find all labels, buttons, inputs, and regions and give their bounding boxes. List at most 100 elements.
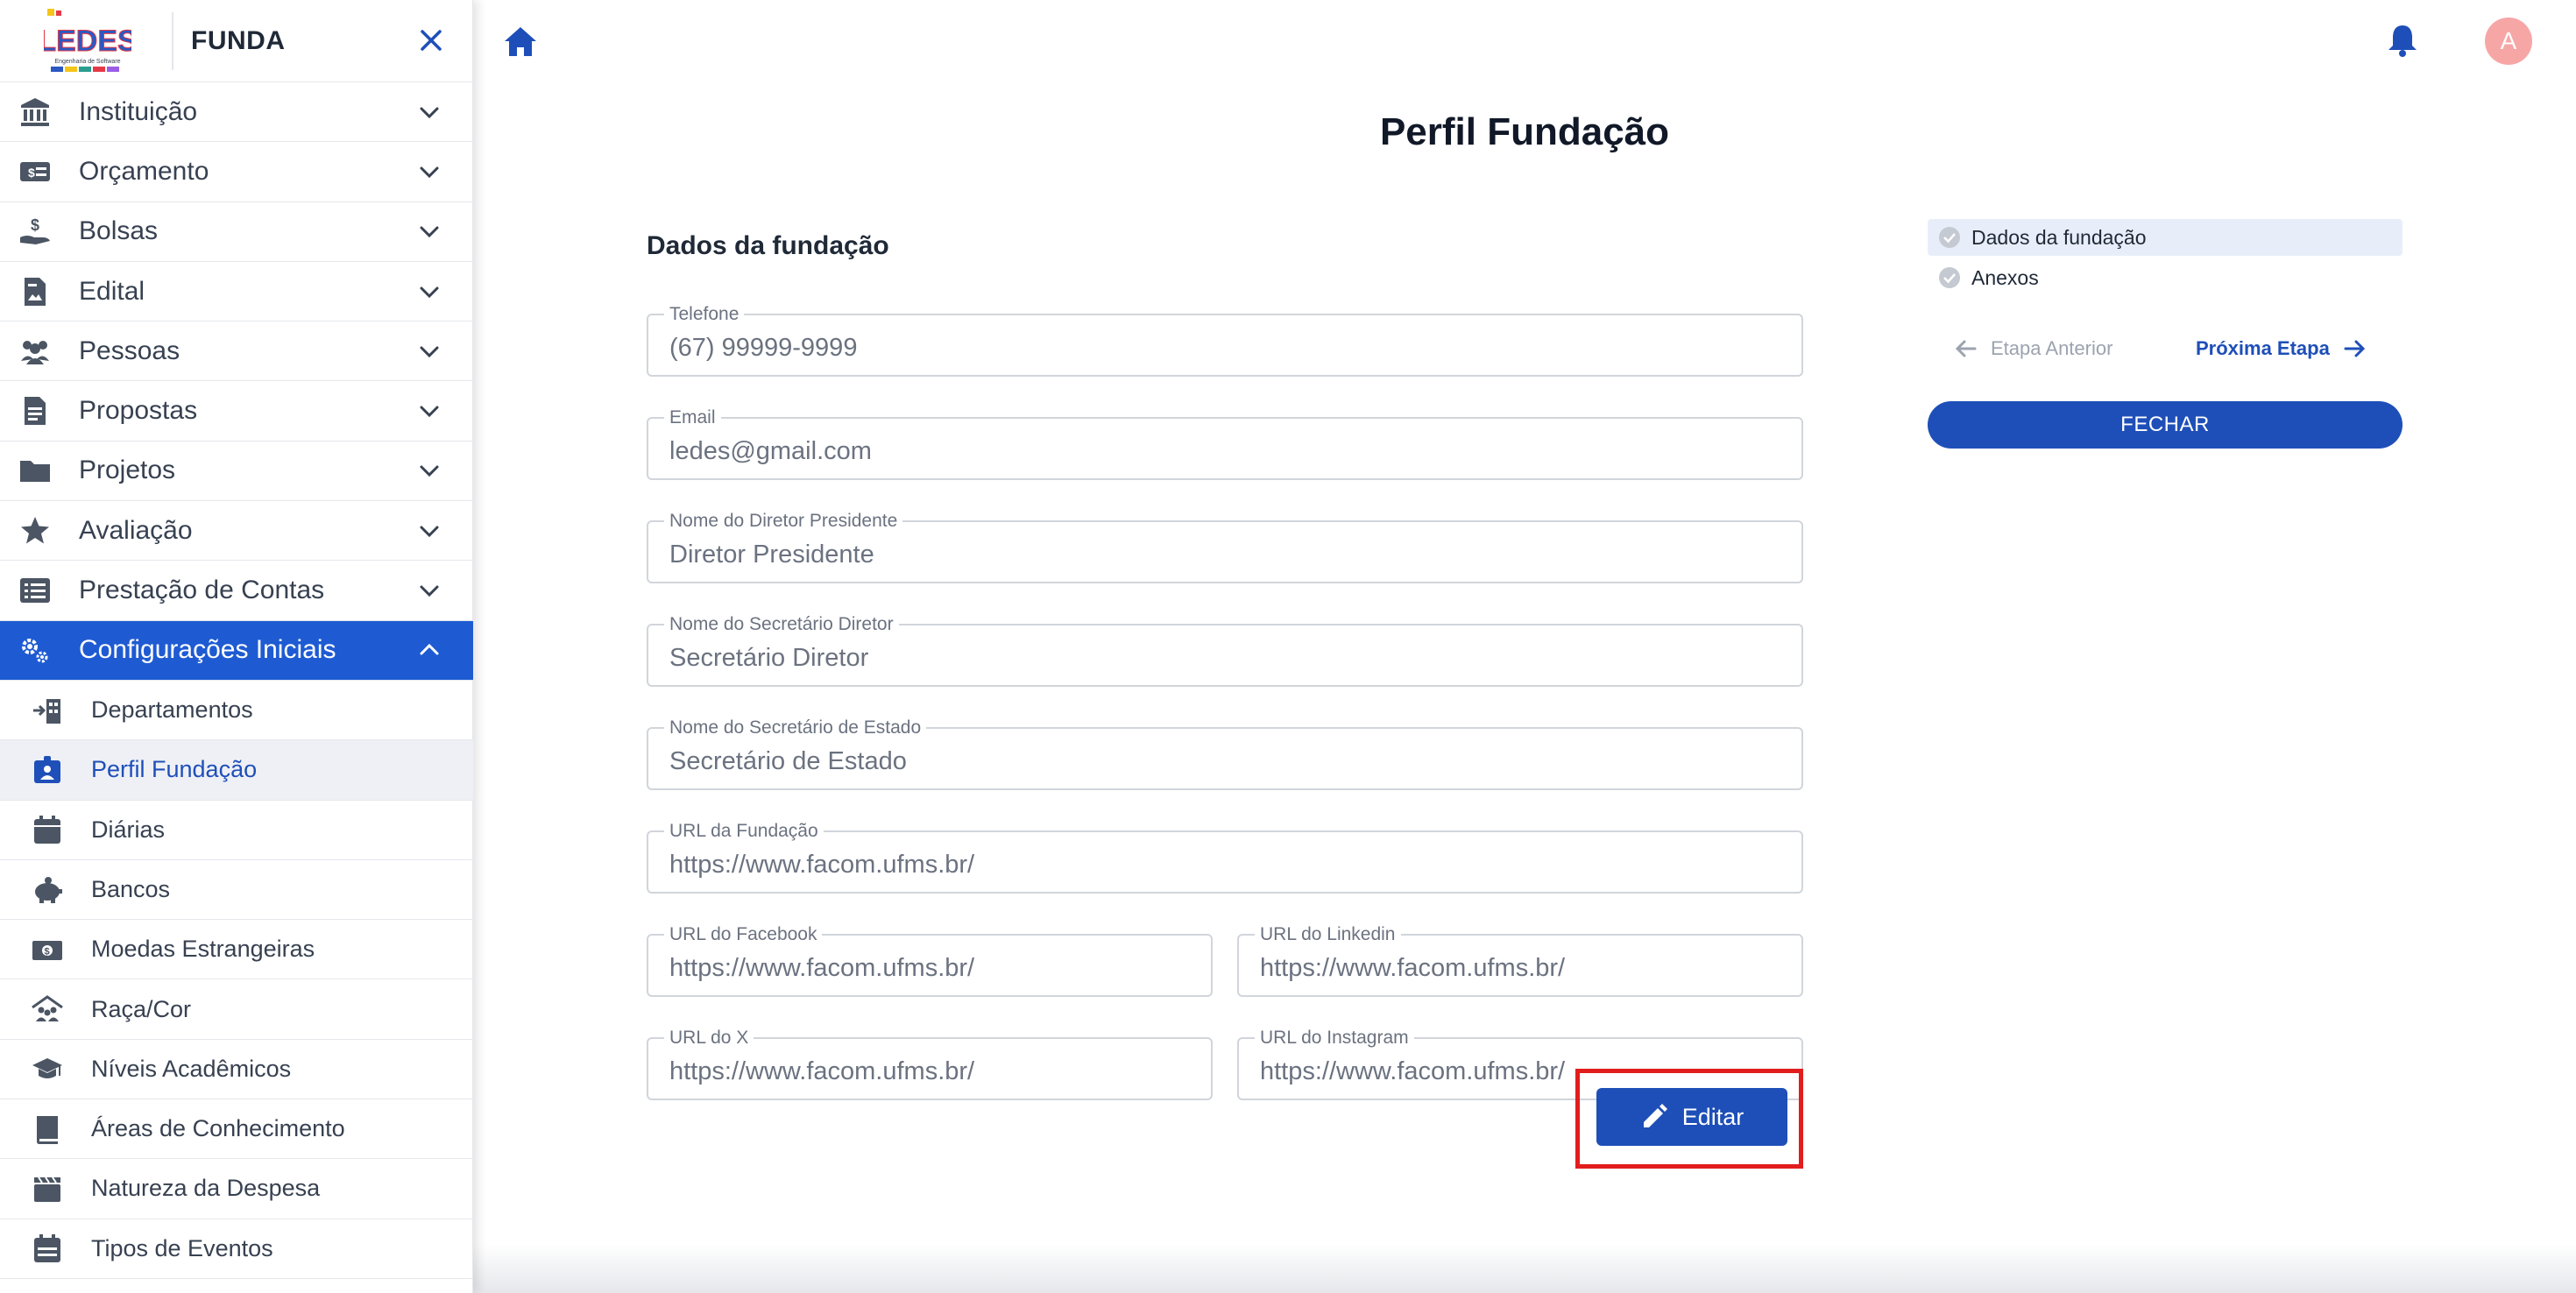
- list-icon: [18, 573, 53, 608]
- gears-icon: [18, 632, 53, 668]
- sidebar-item-pessoas[interactable]: Pessoas: [0, 321, 473, 382]
- avatar-initial: A: [2500, 27, 2517, 54]
- step-label: Dados da fundação: [1971, 225, 2147, 249]
- sidebar-item-bolsas[interactable]: $ Bolsas: [0, 202, 473, 262]
- sidebar-subitem-moedas-estrangeiras[interactable]: $ Moedas Estrangeiras: [0, 920, 473, 980]
- sidebar-item-label: Projetos: [79, 456, 176, 485]
- secretario-diretor-label: Nome do Secretário Diretor: [664, 613, 899, 636]
- arrow-left-icon: [1955, 340, 1977, 357]
- sidebar-subitem-label: Raça/Cor: [91, 995, 192, 1022]
- page-title: Perfil Fundação: [1379, 110, 1670, 153]
- sidebar-subitem-label: Natureza da Despesa: [91, 1175, 321, 1202]
- sidebar-subitem-label: Níveis Acadêmicos: [91, 1055, 292, 1082]
- url-linkedin-value: https://www.facom.ufms.br/: [1260, 954, 1566, 982]
- pencil-icon: [1643, 1104, 1667, 1127]
- telefone-label: Telefone: [664, 303, 745, 326]
- url-instagram-label: URL do Instagram: [1255, 1027, 1414, 1049]
- diretor-presidente-label: Nome do Diretor Presidente: [664, 510, 903, 533]
- sidebar-item-projetos[interactable]: Projetos: [0, 442, 473, 502]
- hand-coin-icon: $: [18, 214, 53, 249]
- sidebar-subitem-label: Departamentos: [91, 696, 253, 724]
- header-divider: [172, 12, 173, 70]
- sidebar-item-propostas[interactable]: Propostas: [0, 381, 473, 442]
- next-step-label: Próxima Etapa: [2196, 337, 2330, 359]
- chevron-down-icon: [420, 465, 439, 477]
- url-facebook-field[interactable]: URL do Facebook https://www.facom.ufms.b…: [647, 923, 1213, 997]
- chevron-down-icon: [420, 346, 439, 357]
- sidebar-subitem-departamentos[interactable]: Departamentos: [0, 681, 473, 741]
- sidebar-item-label: Configurações Iniciais: [79, 635, 336, 665]
- graduation-cap-icon: [30, 1051, 65, 1086]
- secretario-diretor-field[interactable]: Nome do Secretário Diretor Secretário Di…: [647, 613, 1803, 687]
- sidebar-menu: Instituição $ Orçamento $ Bolsas Edital: [0, 82, 473, 1279]
- bank-icon: [18, 95, 53, 130]
- stepper: Dados da fundação Anexos: [1928, 219, 2403, 296]
- telefone-field[interactable]: Telefone (67) 99999-9999: [647, 303, 1803, 377]
- people-icon: [18, 334, 53, 369]
- notification-bell-icon[interactable]: [2383, 21, 2422, 60]
- step-dados-da-fundacao[interactable]: Dados da fundação: [1928, 219, 2403, 256]
- close-sidebar-icon[interactable]: [414, 23, 449, 58]
- url-instagram-value: https://www.facom.ufms.br/: [1260, 1057, 1566, 1085]
- building-arrow-icon: [30, 693, 65, 728]
- url-x-value: https://www.facom.ufms.br/: [669, 1057, 975, 1085]
- svg-text:$: $: [31, 216, 39, 234]
- sidebar-subitem-natureza-da-despesa[interactable]: Natureza da Despesa: [0, 1159, 473, 1219]
- diretor-presidente-value: Diretor Presidente: [669, 541, 874, 569]
- sidebar-subitem-tipos-de-eventos[interactable]: Tipos de Eventos: [0, 1219, 473, 1279]
- clapperboard-icon: [30, 1171, 65, 1206]
- sidebar-item-configuracoes-iniciais[interactable]: Configurações Iniciais: [0, 620, 473, 681]
- folder-icon: [18, 453, 53, 488]
- sidebar-subitem-raca-cor[interactable]: Raça/Cor: [0, 979, 473, 1040]
- sidebar-item-label: Orçamento: [79, 156, 209, 186]
- sidebar-subitem-areas-de-conhecimento[interactable]: Áreas de Conhecimento: [0, 1099, 473, 1160]
- secretario-diretor-value: Secretário Diretor: [669, 644, 869, 672]
- sidebar-item-label: Prestação de Contas: [79, 576, 325, 605]
- edit-button[interactable]: Editar: [1596, 1088, 1787, 1146]
- diretor-presidente-field[interactable]: Nome do Diretor Presidente Diretor Presi…: [647, 510, 1803, 583]
- url-x-field[interactable]: URL do X https://www.facom.ufms.br/: [647, 1027, 1213, 1100]
- star-icon: [18, 513, 53, 548]
- file-list-icon: [18, 393, 53, 428]
- sidebar-item-edital[interactable]: Edital: [0, 262, 473, 322]
- step-label: Anexos: [1971, 265, 2039, 289]
- people-roof-icon: [30, 992, 65, 1027]
- secretario-estado-label: Nome do Secretário de Estado: [664, 717, 927, 739]
- piggy-bank-icon: [30, 873, 65, 908]
- sidebar-subitem-niveis-academicos[interactable]: Níveis Acadêmicos: [0, 1040, 473, 1100]
- sidebar-item-orcamento[interactable]: $ Orçamento: [0, 142, 473, 202]
- svg-text:$: $: [28, 166, 35, 180]
- id-badge-icon: [30, 752, 65, 788]
- sidebar-item-instituicao[interactable]: Instituição: [0, 82, 473, 143]
- home-icon[interactable]: [501, 23, 540, 61]
- logo-text: LEDES: [44, 25, 131, 58]
- sidebar-subitem-label: Perfil Fundação: [91, 756, 258, 783]
- edit-button-label: Editar: [1681, 1103, 1744, 1130]
- calendar-event-icon: [30, 1231, 65, 1266]
- user-avatar[interactable]: A: [2485, 18, 2532, 65]
- app-name: FUNDA: [191, 26, 286, 55]
- step-anexos[interactable]: Anexos: [1928, 259, 2403, 296]
- book-icon: [30, 1112, 65, 1147]
- sidebar-subitem-perfil-fundacao[interactable]: Perfil Fundação: [0, 740, 473, 801]
- secretario-estado-field[interactable]: Nome do Secretário de Estado Secretário …: [647, 717, 1803, 790]
- sidebar-subitem-bancos[interactable]: Bancos: [0, 860, 473, 921]
- next-step-button[interactable]: Próxima Etapa: [2196, 336, 2367, 361]
- previous-step-button[interactable]: Etapa Anterior: [1954, 336, 2112, 361]
- money-icon: $: [18, 154, 53, 189]
- ledes-logo: LEDES Engenharia de Software: [44, 9, 131, 72]
- chevron-down-icon: [420, 166, 439, 179]
- sidebar-item-label: Instituição: [79, 96, 198, 126]
- url-fundacao-value: https://www.facom.ufms.br/: [669, 851, 975, 879]
- sidebar-item-avaliacao[interactable]: Avaliação: [0, 501, 473, 562]
- email-field[interactable]: Email ledes@gmail.com: [647, 406, 1803, 480]
- sidebar-item-label: Bolsas: [79, 216, 159, 246]
- close-button[interactable]: FECHAR: [1928, 401, 2403, 449]
- sidebar-subitem-label: Moedas Estrangeiras: [91, 936, 315, 963]
- url-linkedin-field[interactable]: URL do Linkedin https://www.facom.ufms.b…: [1237, 923, 1803, 997]
- sidebar-subitem-label: Tipos de Eventos: [91, 1234, 273, 1261]
- sidebar-item-prestacao-de-contas[interactable]: Prestação de Contas: [0, 561, 473, 621]
- sidebar-subitem-label: Diárias: [91, 816, 166, 843]
- sidebar-subitem-diarias[interactable]: Diárias: [0, 801, 473, 860]
- url-fundacao-field[interactable]: URL da Fundação https://www.facom.ufms.b…: [647, 820, 1803, 894]
